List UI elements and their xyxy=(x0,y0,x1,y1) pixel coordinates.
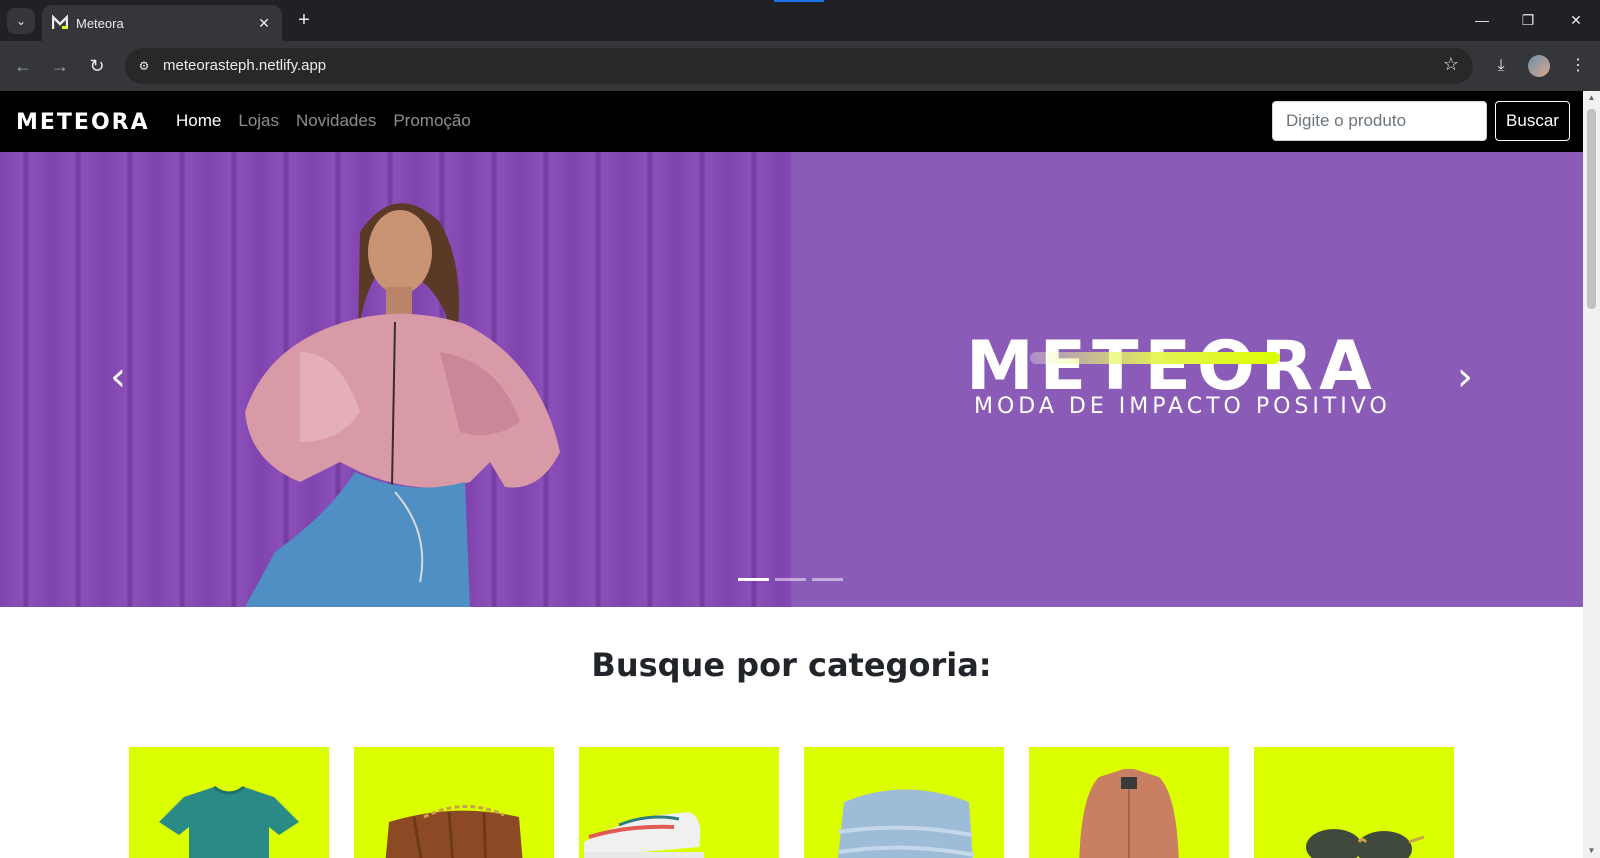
search-button[interactable]: Buscar xyxy=(1495,101,1570,141)
category-grid xyxy=(129,747,1454,858)
bookmark-star-icon[interactable]: ☆ xyxy=(1443,54,1459,75)
carousel-indicator[interactable] xyxy=(738,578,769,581)
address-bar[interactable]: ⚙ meteorasteph.netlify.app ☆ xyxy=(125,48,1473,84)
jeans-icon xyxy=(838,789,975,858)
nav-stores[interactable]: Lojas xyxy=(238,111,279,131)
carousel-indicator[interactable] xyxy=(775,578,806,581)
reload-icon[interactable]: ↻ xyxy=(84,53,110,79)
nav-links: Home Lojas Novidades Promoção xyxy=(176,111,471,131)
bag-icon xyxy=(385,805,523,858)
carousel-prev-icon[interactable]: ‹ xyxy=(98,357,138,397)
scrollbar-thumb[interactable] xyxy=(1587,109,1596,309)
brand-logo[interactable]: METEORA xyxy=(16,110,150,135)
close-tab-icon[interactable]: ✕ xyxy=(256,15,272,32)
scroll-up-icon[interactable]: ▲ xyxy=(1583,91,1600,105)
new-tab-icon[interactable]: + xyxy=(292,9,316,33)
browser-chrome: ⌄ Meteora ✕ + — ❐ ✕ ← → ↻ ⚙ meteorasteph… xyxy=(0,0,1600,91)
sunglasses-icon xyxy=(1306,829,1425,858)
sneaker-icon xyxy=(584,812,704,858)
carousel-next-icon[interactable]: › xyxy=(1445,357,1485,397)
page-viewport: METEORA Home Lojas Novidades Promoção Bu… xyxy=(0,91,1583,858)
meteora-favicon-icon xyxy=(52,15,68,31)
category-tile-jacket[interactable] xyxy=(1029,747,1229,858)
url-text[interactable]: meteorasteph.netlify.app xyxy=(163,57,326,74)
forward-icon[interactable]: → xyxy=(47,53,73,79)
category-tile-tshirt[interactable] xyxy=(129,747,329,858)
minimize-icon[interactable]: — xyxy=(1467,8,1497,32)
category-tile-sunglasses[interactable] xyxy=(1254,747,1454,858)
download-icon[interactable]: ⤓ xyxy=(1488,53,1514,79)
nav-news[interactable]: Novidades xyxy=(296,111,376,131)
hero-logo-accent xyxy=(1030,352,1280,364)
categories-title: Busque por categoria: xyxy=(591,646,992,684)
search-input[interactable] xyxy=(1272,101,1487,141)
tab-bar: ⌄ Meteora ✕ + — ❐ ✕ xyxy=(0,0,1600,41)
category-tile-bag[interactable] xyxy=(354,747,554,858)
tab-search-icon[interactable]: ⌄ xyxy=(7,8,35,34)
tab-strip-indicator xyxy=(774,0,824,2)
jacket-icon xyxy=(1079,769,1179,858)
hero-tagline: MODA DE IMPACTO POSITIVO xyxy=(974,394,1391,419)
category-tile-jeans[interactable] xyxy=(804,747,1004,858)
profile-avatar-icon[interactable] xyxy=(1528,55,1550,77)
nav-home[interactable]: Home xyxy=(176,111,221,131)
menu-icon[interactable]: ⋮ xyxy=(1565,53,1591,79)
category-tile-sneakers[interactable] xyxy=(579,747,779,858)
tab-title: Meteora xyxy=(76,15,124,31)
tab-meteora[interactable]: Meteora ✕ xyxy=(42,5,282,41)
hero-carousel: METEORA MODA DE IMPACTO POSITIVO ‹ › xyxy=(0,152,1583,607)
carousel-indicator[interactable] xyxy=(812,578,843,581)
restore-icon[interactable]: ❐ xyxy=(1513,8,1543,32)
scroll-down-icon[interactable]: ▼ xyxy=(1583,844,1600,858)
browser-toolbar: ← → ↻ ⚙ meteorasteph.netlify.app ☆ ⤓ ⋮ xyxy=(0,41,1600,91)
close-window-icon[interactable]: ✕ xyxy=(1561,8,1591,32)
nav-promo[interactable]: Promoção xyxy=(393,111,470,131)
site-settings-icon[interactable]: ⚙ xyxy=(135,57,153,75)
back-icon[interactable]: ← xyxy=(10,53,36,79)
site-navbar: METEORA Home Lojas Novidades Promoção Bu… xyxy=(0,91,1583,152)
tshirt-icon xyxy=(159,785,299,858)
page-scrollbar[interactable]: ▲ ▼ xyxy=(1583,91,1600,858)
carousel-indicators xyxy=(738,578,843,581)
